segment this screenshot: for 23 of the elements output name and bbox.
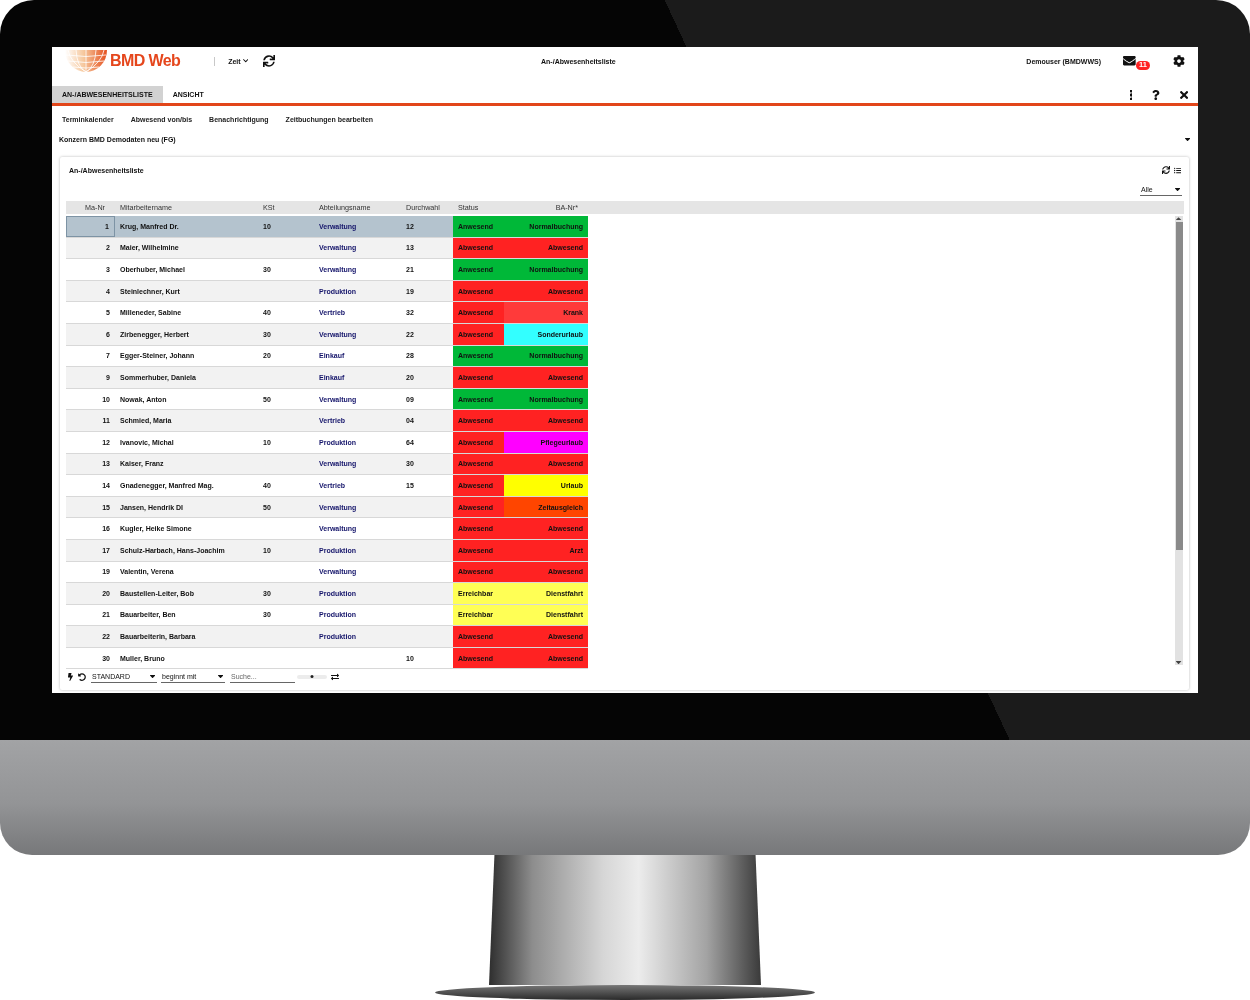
caret-down-icon[interactable]	[1176, 661, 1182, 664]
caret-down-icon	[149, 674, 155, 678]
list-icon[interactable]	[1174, 166, 1181, 174]
mail-icon[interactable]	[1123, 56, 1136, 66]
slider-thumb[interactable]	[310, 675, 314, 678]
logo-text: BMD Web	[110, 52, 181, 70]
scrollbar-thumb[interactable]	[1175, 222, 1183, 550]
caret-up-icon[interactable]	[1176, 217, 1182, 220]
close-icon[interactable]	[1179, 90, 1188, 99]
swap-icon[interactable]	[331, 672, 339, 681]
slider-track[interactable]	[297, 674, 327, 679]
chevron-down-icon	[242, 59, 249, 63]
lightning-icon[interactable]	[68, 672, 73, 681]
undo-icon[interactable]	[78, 672, 86, 681]
caret-down-icon[interactable]	[1184, 137, 1190, 141]
help-icon[interactable]	[1152, 89, 1160, 100]
refresh-icon[interactable]	[1162, 166, 1170, 174]
caret-down-icon	[217, 674, 223, 678]
globe-logo-icon	[65, 50, 107, 72]
refresh-icon[interactable]	[263, 55, 276, 67]
caret-down-icon	[1174, 188, 1180, 191]
more-options-icon[interactable]	[1129, 89, 1133, 100]
settings-icon[interactable]	[1173, 55, 1185, 67]
